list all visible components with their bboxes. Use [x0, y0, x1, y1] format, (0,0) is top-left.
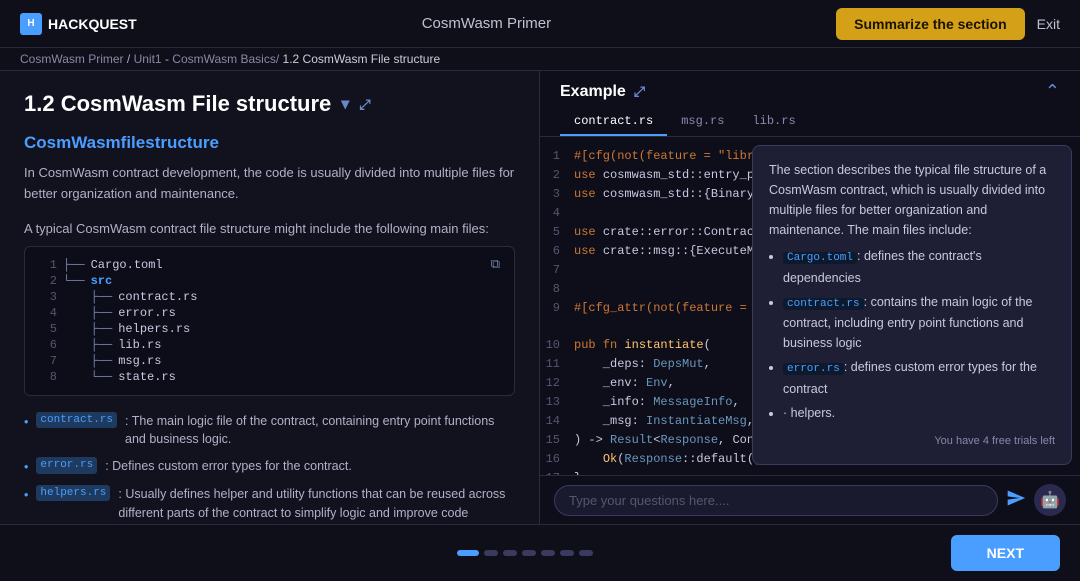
example-header: Example ⤢ ⌃	[540, 71, 1080, 108]
progress-dot-2	[484, 550, 498, 556]
breadcrumb-part2[interactable]: Unit1	[134, 52, 162, 66]
tree-line-1: 1 ├── Cargo.toml	[39, 257, 491, 273]
summarize-button[interactable]: Summarize the section	[836, 8, 1025, 40]
collapse-panel-button[interactable]: ⌃	[1045, 81, 1060, 102]
tree-line-6: 6 ├── lib.rs	[39, 337, 500, 353]
top-bar: H HACKQUEST CosmWasm Primer Summarize th…	[0, 0, 1080, 48]
breadcrumb-part4: 1.2 CosmWasm File structure	[283, 52, 441, 66]
trials-text: You have 4 free trials left	[769, 433, 1055, 451]
left-panel: 1.2 CosmWasm File structure ▾ ⤢ CosmWasm…	[0, 71, 540, 524]
summary-item-1: Cargo.toml: defines the contract's depen…	[783, 246, 1055, 288]
bullet-error-text: : Defines custom error types for the con…	[105, 457, 352, 476]
exit-button[interactable]: Exit	[1037, 16, 1060, 32]
top-right-actions: Summarize the section Exit	[836, 8, 1060, 40]
summary-text: The section describes the typical file s…	[769, 160, 1055, 240]
ai-avatar: 🤖	[1034, 484, 1066, 516]
logo-icon: H	[20, 13, 42, 35]
bullet-helpers-text: : Usually defines helper and utility fun…	[118, 485, 515, 524]
progress-dot-5	[541, 550, 555, 556]
anchor-heading: CosmWasmfilestructure	[24, 133, 515, 153]
summary-tooltip: The section describes the typical file s…	[752, 145, 1072, 465]
code-line-17: 17 }	[540, 469, 1080, 475]
tab-contract[interactable]: contract.rs	[560, 108, 667, 136]
send-icon	[1006, 488, 1026, 508]
bottom-bar: NEXT	[0, 524, 1080, 581]
logo: H HACKQUEST	[20, 13, 137, 35]
progress-dot-4	[522, 550, 536, 556]
breadcrumb-part3[interactable]: CosmWasm Basics/	[172, 52, 279, 66]
page-title: CosmWasm Primer	[422, 15, 551, 32]
tree-line-7: 7 ├── msg.rs	[39, 353, 500, 369]
summary-list: Cargo.toml: defines the contract's depen…	[783, 246, 1055, 423]
breadcrumb: CosmWasm Primer / Unit1 - CosmWasm Basic…	[0, 48, 1080, 71]
main-content: 1.2 CosmWasm File structure ▾ ⤢ CosmWasm…	[0, 71, 1080, 524]
tree-line-5: 5 ├── helpers.rs	[39, 321, 500, 337]
bullet-contract-text: : The main logic file of the contract, c…	[125, 412, 515, 450]
copy-tree-icon[interactable]: ⧉	[491, 257, 500, 272]
typical-text: A typical CosmWasm contract file structu…	[24, 221, 515, 236]
section-heading: 1.2 CosmWasm File structure ▾ ⤢	[24, 91, 515, 117]
example-label: Example ⤢	[560, 83, 645, 101]
expand-icon[interactable]: ⤢	[359, 96, 370, 113]
tree-line-3: 3 ├── contract.rs	[39, 289, 500, 305]
breadcrumb-sep1: /	[127, 52, 134, 66]
tree-line-4: 4 ├── error.rs	[39, 305, 500, 321]
progress-dot-6	[560, 550, 574, 556]
breadcrumb-part1[interactable]: CosmWasm Primer	[20, 52, 124, 66]
next-button[interactable]: NEXT	[951, 535, 1060, 571]
right-panel: Example ⤢ ⌃ contract.rs msg.rs lib.rs 1 …	[540, 71, 1080, 524]
tree-line-2: 2 └── src	[39, 273, 500, 289]
code-area-wrapper: 1 #[cfg(not(feature = "library"))] 2 use…	[540, 137, 1080, 475]
chat-input[interactable]	[554, 485, 998, 516]
logo-text: HACKQUEST	[48, 16, 137, 32]
summary-item-4: · helpers.	[783, 403, 1055, 423]
progress-dot-3	[503, 550, 517, 556]
file-tree: ⧉ 1 ├── Cargo.toml 2 └── src 3 ├── contr…	[24, 246, 515, 396]
description-text: In CosmWasm contract development, the co…	[24, 163, 515, 205]
bullet-helpers: helpers.rs : Usually defines helper and …	[24, 485, 515, 524]
tab-msg[interactable]: msg.rs	[667, 108, 738, 136]
send-button[interactable]	[1006, 488, 1026, 513]
progress-dot-1	[457, 550, 479, 556]
bullet-error: error.rs : Defines custom error types fo…	[24, 457, 515, 477]
summary-item-2: contract.rs: contains the main logic of …	[783, 292, 1055, 354]
tab-lib[interactable]: lib.rs	[738, 108, 809, 136]
code-tabs: contract.rs msg.rs lib.rs	[540, 108, 1080, 137]
expand-example-icon[interactable]: ⤢	[634, 83, 645, 100]
bullet-contract: contract.rs : The main logic file of the…	[24, 412, 515, 450]
progress-dot-7	[579, 550, 593, 556]
progress-dots	[457, 550, 593, 556]
summary-item-3: error.rs: defines custom error types for…	[783, 357, 1055, 399]
chat-input-bar: 🤖	[540, 475, 1080, 524]
bookmark-icon: ▾	[341, 94, 349, 114]
tree-line-8: 8 └── state.rs	[39, 369, 500, 385]
section-heading-text: 1.2 CosmWasm File structure	[24, 91, 331, 117]
